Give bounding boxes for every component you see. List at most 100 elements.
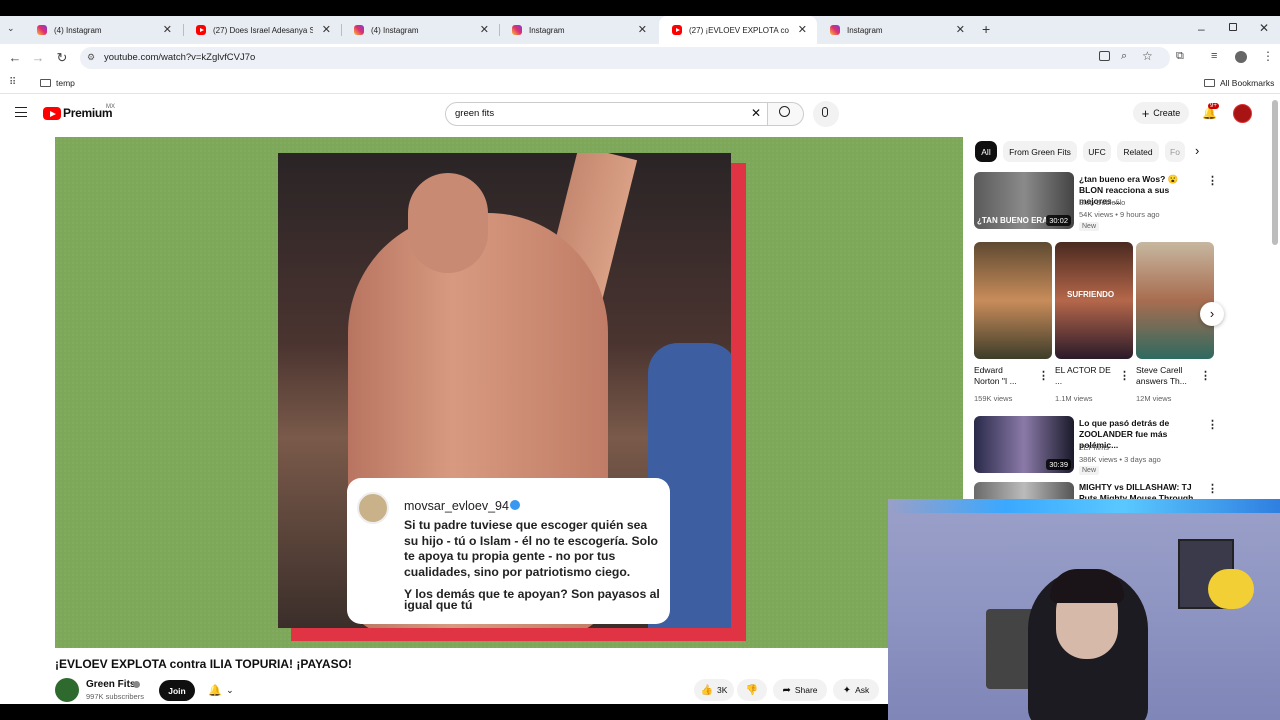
- tab-instagram-2[interactable]: (4) Instagram ✕: [341, 16, 499, 44]
- search-icon[interactable]: [779, 106, 790, 117]
- close-tab-icon[interactable]: ✕: [956, 23, 965, 36]
- verified-icon: [133, 681, 140, 688]
- site-info-icon[interactable]: ⚙: [87, 52, 95, 63]
- chevron-right-icon[interactable]: ›: [1195, 143, 1199, 158]
- region-code: MX: [106, 104, 115, 110]
- dislike-button[interactable]: 👎: [737, 679, 767, 701]
- commenter-username: movsar_evloev_94: [404, 499, 509, 513]
- ask-button[interactable]: ✦ Ask: [833, 679, 879, 701]
- subscriber-count: 997K subscribers: [86, 692, 144, 701]
- close-tab-icon[interactable]: ✕: [163, 23, 172, 36]
- sparkle-icon: ✦: [842, 684, 852, 696]
- bookmarks-bar: ⠿ temp All Bookmarks: [0, 72, 1280, 94]
- chip-ufc[interactable]: UFC: [1083, 141, 1111, 162]
- close-tab-icon[interactable]: ✕: [480, 23, 489, 36]
- bookmark-star-icon[interactable]: ☆: [1142, 49, 1153, 63]
- instagram-icon: [830, 25, 840, 35]
- bookmark-temp[interactable]: temp: [56, 78, 75, 88]
- video-title: ¡EVLOEV EXPLOTA contra ILIA TOPURIA! ¡PA…: [55, 657, 352, 671]
- close-tab-icon[interactable]: ✕: [798, 23, 807, 36]
- reload-icon[interactable]: ↻: [54, 50, 70, 66]
- comment-text-1: Si tu padre tuviese que escoger quién se…: [404, 518, 658, 579]
- account-avatar[interactable]: [1233, 104, 1252, 123]
- share-button[interactable]: ➦ Share: [773, 679, 827, 701]
- more-options-icon[interactable]: ⋮: [1200, 369, 1211, 382]
- premium-logo-text[interactable]: Premium: [63, 106, 113, 120]
- tab-instagram-1[interactable]: (4) Instagram ✕: [24, 16, 182, 44]
- menu-icon[interactable]: [15, 107, 27, 117]
- search-input[interactable]: green fits: [455, 108, 494, 119]
- url-text[interactable]: youtube.com/watch?v=kZglvfCVJ7o: [104, 52, 255, 63]
- apps-icon[interactable]: ⠿: [9, 77, 16, 88]
- youtube-icon: [196, 25, 206, 35]
- page-scrollbar[interactable]: [1272, 100, 1278, 245]
- install-icon[interactable]: [1099, 51, 1110, 61]
- zoom-icon[interactable]: ⌕: [1121, 50, 1127, 63]
- thumbs-up-icon: 👍: [700, 684, 714, 696]
- instagram-icon: [37, 25, 47, 35]
- fighter-head: [408, 173, 488, 273]
- thumb-caption: ¿TAN BUENO ERA: [977, 216, 1048, 225]
- more-options-icon[interactable]: ⋮: [1207, 482, 1218, 495]
- streamer-hair: [1050, 569, 1124, 603]
- rec-channel[interactable]: ZEPfilms: [1079, 443, 1109, 452]
- short-thumbnail[interactable]: [974, 242, 1052, 359]
- more-options-icon[interactable]: ⋮: [1207, 418, 1218, 431]
- video-player[interactable]: movsar_evloev_94 Si tu padre tuviese que…: [55, 137, 963, 648]
- close-tab-icon[interactable]: ✕: [638, 23, 647, 36]
- chip-related[interactable]: Related: [1117, 141, 1159, 162]
- short-thumbnail[interactable]: SUFRIENDO: [1055, 242, 1133, 359]
- youtube-logo-icon[interactable]: [43, 107, 61, 120]
- back-icon[interactable]: ←: [7, 50, 23, 65]
- chrome-menu-icon[interactable]: ⋮: [1262, 49, 1274, 63]
- clear-search-icon[interactable]: ✕: [751, 106, 761, 120]
- share-icon: ➦: [782, 684, 791, 696]
- short-title[interactable]: Edward Norton "I ...: [974, 365, 1030, 387]
- rec-thumbnail[interactable]: 30:39: [974, 416, 1074, 473]
- tab-youtube-adesanya[interactable]: (27) Does Israel Adesanya Still I ✕: [183, 16, 341, 44]
- create-button[interactable]: + Create: [1133, 102, 1189, 124]
- forward-icon[interactable]: →: [30, 50, 46, 65]
- channel-name[interactable]: Green Fits: [86, 679, 135, 690]
- more-options-icon[interactable]: ⋮: [1038, 369, 1049, 382]
- like-button[interactable]: 👍 3K: [694, 679, 734, 701]
- rec-channel[interactable]: Blon Doblefilo: [1079, 198, 1125, 207]
- tab-youtube-active[interactable]: (27) ¡EVLOEV EXPLOTA contra IL ✕: [659, 16, 817, 44]
- chip-all[interactable]: All: [975, 141, 997, 162]
- led-strip: [888, 499, 1280, 513]
- mic-icon[interactable]: [822, 107, 828, 117]
- restore-button[interactable]: [1229, 23, 1237, 31]
- commenter-avatar: [357, 492, 389, 524]
- tab-instagram-3[interactable]: Instagram ✕: [499, 16, 657, 44]
- chip-more[interactable]: Fo: [1165, 141, 1185, 162]
- minimize-button[interactable]: –: [1198, 22, 1205, 36]
- bottom-band: [0, 704, 888, 720]
- media-icon[interactable]: ≡: [1211, 50, 1217, 62]
- subscribe-bell-button[interactable]: 🔔 ⌄: [200, 679, 242, 701]
- instagram-icon: [354, 25, 364, 35]
- shorts-next-button[interactable]: ›: [1200, 302, 1224, 326]
- comment-text-2: Y los demás que te apoyan? Son payasos a…: [404, 587, 660, 612]
- short-title[interactable]: Steve Carell answers Th...: [1136, 365, 1194, 387]
- tab-strip: ⌄ (4) Instagram ✕ (27) Does Israel Adesa…: [0, 0, 1280, 44]
- short-views: 1.1M views: [1055, 394, 1093, 403]
- top-band: [0, 0, 1280, 16]
- short-title[interactable]: EL ACTOR DE ...: [1055, 365, 1111, 387]
- more-options-icon[interactable]: ⋮: [1119, 369, 1130, 382]
- tab-list-button[interactable]: ⌄: [7, 23, 15, 34]
- rec-meta: 386K views • 3 days ago: [1079, 455, 1161, 464]
- new-tab-button[interactable]: +: [982, 21, 990, 37]
- extensions-icon[interactable]: ⧉: [1176, 50, 1184, 63]
- short-thumbnail[interactable]: [1136, 242, 1214, 359]
- rec-thumbnail[interactable]: ¿TAN BUENO ERA 30:02: [974, 172, 1074, 229]
- close-tab-icon[interactable]: ✕: [322, 23, 331, 36]
- channel-avatar[interactable]: [55, 678, 79, 702]
- plus-icon: +: [1141, 105, 1150, 121]
- more-options-icon[interactable]: ⋮: [1207, 174, 1218, 187]
- tab-instagram-4[interactable]: Instagram ✕: [817, 16, 975, 44]
- chip-from-green-fits[interactable]: From Green Fits: [1003, 141, 1077, 162]
- all-bookmarks[interactable]: All Bookmarks: [1220, 78, 1274, 88]
- close-window-button[interactable]: ✕: [1259, 21, 1269, 35]
- profile-icon[interactable]: [1235, 51, 1247, 63]
- join-button[interactable]: Join: [159, 680, 195, 701]
